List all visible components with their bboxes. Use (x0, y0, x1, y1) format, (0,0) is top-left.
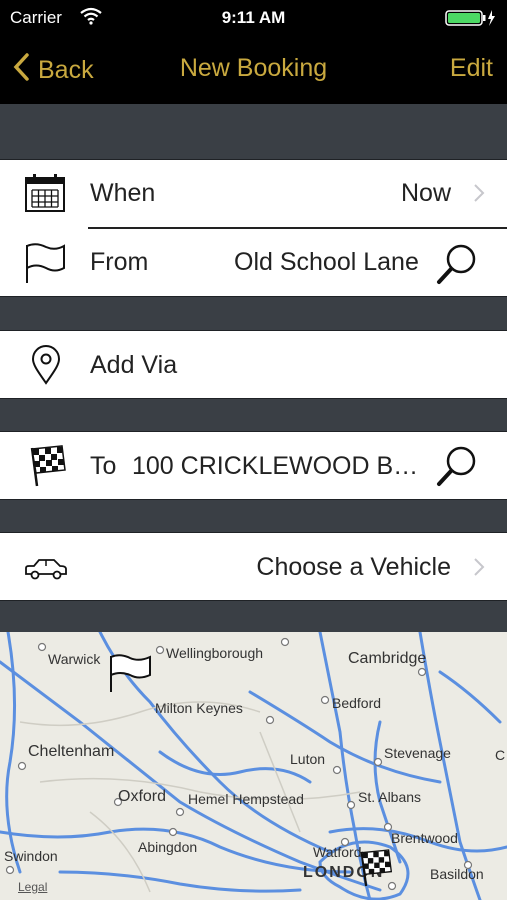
map-place-label: Hemel Hempstead (188, 791, 304, 807)
map-place-label: Bedford (332, 695, 382, 711)
flag-icon (24, 241, 68, 290)
from-label: From (90, 248, 149, 276)
add-via-row[interactable]: Add Via (0, 330, 507, 399)
battery-icon (445, 9, 497, 32)
when-label: When (90, 179, 156, 207)
to-value: 100 CRICKLEWOOD B… (132, 452, 419, 480)
map-place-label: Warwick (48, 651, 101, 667)
calendar-icon (24, 173, 66, 218)
vehicle-label: Choose a Vehicle (256, 553, 451, 581)
map-place-label: Cheltenham (28, 743, 115, 760)
clock-time: 9:11 AM (221, 8, 286, 27)
search-icon[interactable] (436, 242, 480, 291)
from-row[interactable]: From Old School Lane (0, 229, 507, 297)
checkered-flag-icon (28, 444, 68, 493)
chevron-right-icon (473, 183, 485, 208)
page-title: New Booking (179, 54, 328, 82)
route-map[interactable]: Warwick Wellingborough Cambridge Milton … (0, 632, 507, 900)
map-place-label: Oxford (118, 788, 167, 805)
car-icon (24, 557, 68, 586)
add-via-label: Add Via (90, 351, 178, 379)
vehicle-row[interactable]: Choose a Vehicle (0, 532, 507, 601)
map-place-label: St. Albans (358, 789, 422, 805)
status-bar: Carrier 9:11 AM (0, 0, 507, 36)
map-place-label: Brentwood (391, 830, 458, 846)
chevron-right-icon (473, 557, 485, 582)
edit-button[interactable]: Edit (450, 54, 493, 83)
map-place-label: Watford (313, 844, 362, 860)
map-place-label: Swindon (4, 848, 58, 864)
map-place-label: Wellingborough (166, 645, 264, 661)
from-value: Old School Lane (234, 248, 419, 276)
map-place-label: Abingdon (138, 839, 198, 855)
map-place-label: C (495, 747, 506, 763)
navigation-bar: Back New Booking Edit (0, 36, 507, 104)
map-roads (0, 632, 507, 900)
when-from-group: When Now From Old School Lane (0, 159, 507, 297)
map-place-label: Milton Keynes (155, 700, 243, 716)
map-place-label: Basildon (430, 866, 484, 882)
search-icon[interactable] (436, 444, 480, 493)
map-place-label: Stevenage (384, 745, 451, 761)
map-place-label: Cambridge (348, 650, 427, 667)
map-place-label: Luton (290, 751, 326, 767)
when-value: Now (400, 179, 451, 207)
legal-link[interactable]: Legal (18, 880, 47, 894)
location-pin-icon (30, 345, 62, 390)
when-row[interactable]: When Now (0, 160, 507, 229)
to-row[interactable]: To 100 CRICKLEWOOD B… (0, 431, 507, 500)
to-prefix: To (90, 452, 117, 480)
